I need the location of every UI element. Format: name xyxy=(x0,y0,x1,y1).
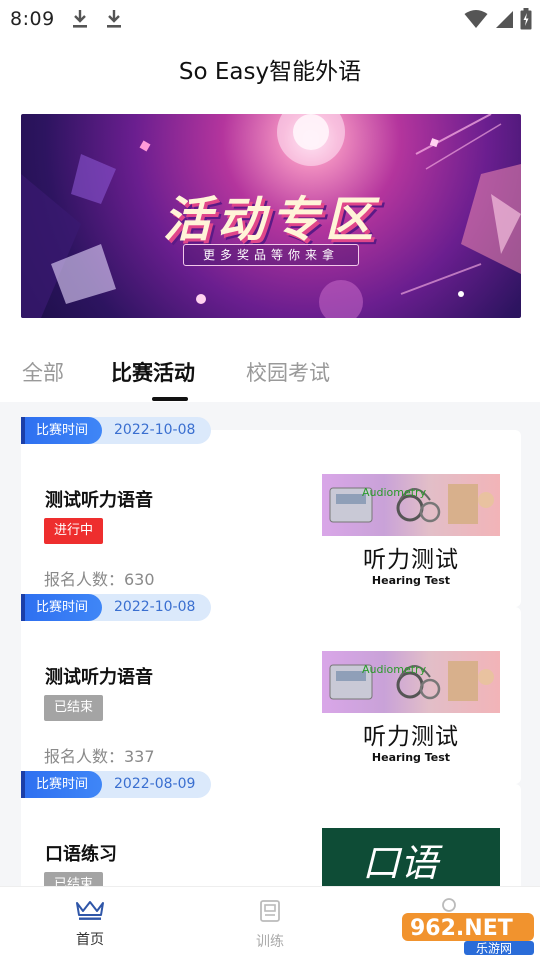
card-title: 测试听力语音 xyxy=(45,490,153,511)
signal-icon xyxy=(494,9,514,33)
nav-item-home[interactable]: 首页 xyxy=(45,899,135,949)
banner-title: 活动专区 xyxy=(162,192,379,248)
tab-competitions[interactable]: 比赛活动 xyxy=(111,357,195,387)
time-tag-label: 比赛时间 xyxy=(21,594,103,621)
app-title: So Easy智能外语 xyxy=(178,59,362,85)
thumbnail-photo: Audiometry xyxy=(322,474,500,536)
competition-card[interactable]: 比赛时间 2022-10-08 测试听力语音 已结束 报名人数：337 Audi… xyxy=(21,594,521,784)
thumbnail-subcaption: Hearing Test xyxy=(371,574,451,587)
card-thumbnail: Audiometry 听力测试 Hearing Test xyxy=(322,651,500,779)
time-tag-date: 2022-10-08 xyxy=(84,417,212,444)
time-tag: 比赛时间 2022-08-09 xyxy=(21,771,212,798)
battery-icon xyxy=(520,8,532,34)
thumbnail-photo: Audiometry xyxy=(322,651,500,713)
time-tag-date: 2022-10-08 xyxy=(84,594,212,621)
site-watermark: 962.NET 乐游网 xyxy=(400,907,538,956)
nav-label-training: 训练 xyxy=(256,934,284,950)
clipboard-icon xyxy=(259,900,281,927)
status-badge: 已结束 xyxy=(44,695,104,721)
competition-list[interactable]: 比赛时间 2022-10-08 测试听力语音 进行中 报名人数：630 Audi… xyxy=(0,402,540,886)
thumbnail-caption: 口语 xyxy=(362,841,439,885)
time-tag-label: 比赛时间 xyxy=(21,771,103,798)
card-title: 口语练习 xyxy=(45,844,117,865)
nav-label-home: 首页 xyxy=(76,932,104,948)
thumbnail-caption: 听力测试 xyxy=(363,547,459,573)
download-icon xyxy=(71,8,89,30)
status-badge: 进行中 xyxy=(44,518,104,544)
thumbnail-overlay-text: Audiometry xyxy=(362,663,427,676)
nav-item-training[interactable]: 训练 xyxy=(225,899,315,951)
watermark-text: 962.NET xyxy=(410,916,513,941)
signup-count: 报名人数：630 xyxy=(44,570,155,589)
competition-card[interactable]: 比赛时间 2022-08-09 口语练习 已结束 口语 xyxy=(21,771,521,886)
time-tag: 比赛时间 2022-10-08 xyxy=(21,417,212,444)
card-thumbnail: Audiometry 听力测试 Hearing Test xyxy=(322,474,500,602)
active-tab-indicator xyxy=(152,397,188,401)
category-tabs: 全部 比赛活动 校园考试 xyxy=(0,357,540,401)
banner-subtitle: 更多奖品等你来拿 xyxy=(183,244,359,266)
status-time: 8:09 xyxy=(10,8,55,30)
watermark-subtext: 乐游网 xyxy=(476,942,512,956)
time-tag-label: 比赛时间 xyxy=(21,417,103,444)
crown-icon xyxy=(75,901,105,925)
tab-campus-exams[interactable]: 校园考试 xyxy=(246,357,330,387)
download-icon xyxy=(105,8,123,30)
card-title: 测试听力语音 xyxy=(45,667,153,688)
event-banner[interactable]: 活动专区 更多奖品等你来拿 xyxy=(21,114,521,318)
wifi-icon xyxy=(464,9,488,33)
thumbnail-subcaption: Hearing Test xyxy=(371,751,451,764)
signup-count: 报名人数：337 xyxy=(44,747,155,766)
thumbnail-caption: 听力测试 xyxy=(363,724,459,750)
status-bar: 8:09 xyxy=(0,0,540,38)
time-tag-date: 2022-08-09 xyxy=(84,771,212,798)
thumbnail-overlay-text: Audiometry xyxy=(362,486,427,499)
tab-all[interactable]: 全部 xyxy=(22,357,64,387)
status-badge: 已结束 xyxy=(44,872,104,886)
card-thumbnail: 口语 xyxy=(322,828,500,886)
competition-card[interactable]: 比赛时间 2022-10-08 测试听力语音 进行中 报名人数：630 Audi… xyxy=(21,417,521,607)
time-tag: 比赛时间 2022-10-08 xyxy=(21,594,212,621)
